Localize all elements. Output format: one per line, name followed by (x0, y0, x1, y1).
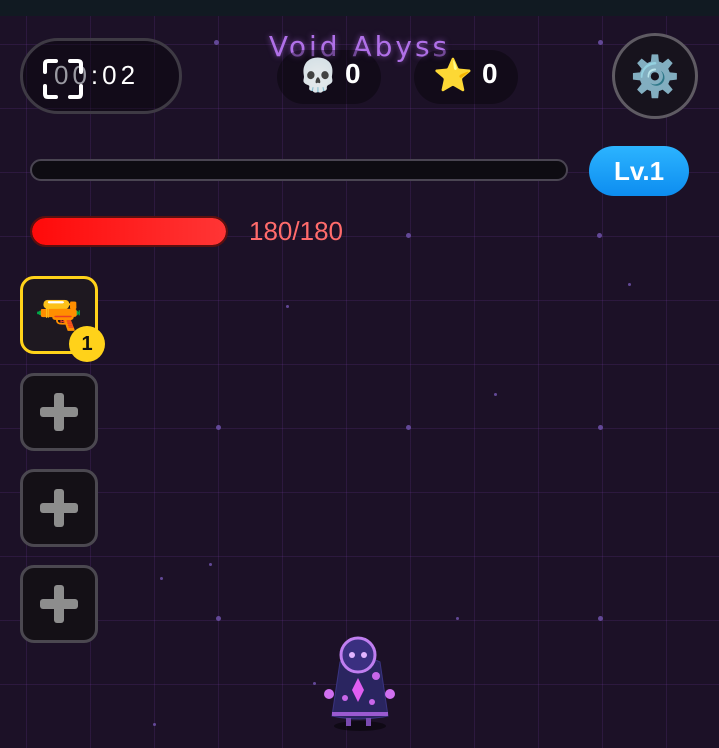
player-character (324, 636, 395, 731)
plus-icon (40, 585, 78, 623)
xp-bar (30, 159, 568, 181)
health-text: 180/180 (249, 216, 343, 246)
level-badge: Lv.1 (589, 146, 689, 196)
weapon-slot-2[interactable] (20, 373, 98, 451)
star-icon: ⭐ (433, 57, 473, 93)
health-bar (30, 216, 228, 247)
stars-value: 0 (482, 58, 498, 89)
top-strip (0, 0, 719, 16)
weapon-slot-3[interactable] (20, 469, 98, 547)
kills-value: 0 (345, 58, 361, 89)
settings-button[interactable]: ⚙️ (612, 33, 698, 119)
weapon-level-badge: 1 (69, 326, 105, 362)
screenshot-frame-icon[interactable] (42, 58, 84, 100)
health-bar-fill (32, 218, 226, 245)
gear-icon: ⚙️ (630, 54, 680, 99)
plus-icon (40, 393, 78, 431)
plus-icon (40, 489, 78, 527)
skull-icon: 💀 (298, 57, 338, 93)
timer-seconds: :02 (90, 60, 140, 90)
weapon-slot-4[interactable] (20, 565, 98, 643)
